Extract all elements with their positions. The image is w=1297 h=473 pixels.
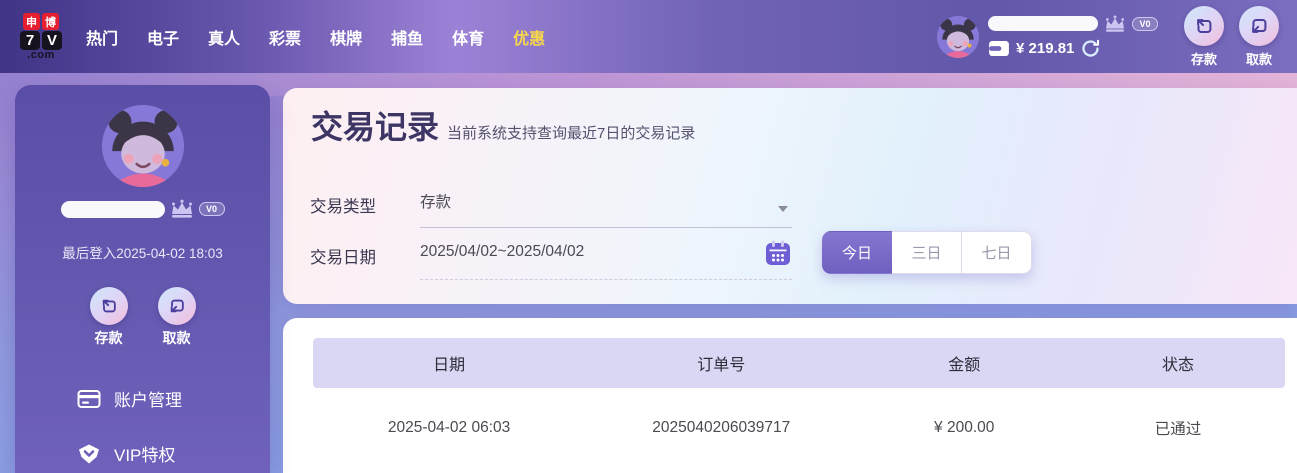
sidebar-item-account-management[interactable]: 账户管理 — [77, 386, 270, 411]
withdraw-label: 取款 — [163, 328, 191, 348]
sidebar-item-label: VIP特权 — [114, 441, 175, 466]
nav-item-sports[interactable]: 体育 — [452, 25, 484, 49]
bank-card-icon — [77, 389, 101, 409]
calendar-icon[interactable] — [764, 239, 792, 267]
logo-char: 博 — [42, 13, 59, 30]
withdraw-label: 取款 — [1246, 49, 1272, 68]
nav-item-cards[interactable]: 棋牌 — [330, 25, 362, 49]
table-row: 2025-04-02 06:03 2025040206039717 ¥ 200.… — [313, 406, 1285, 450]
top-nav: 申 博 7 V .com 热门 电子 真人 彩票 棋牌 捕鱼 体育 优惠 — [0, 0, 1297, 73]
nav-item-lottery[interactable]: 彩票 — [269, 25, 301, 49]
main-menu: 热门 电子 真人 彩票 棋牌 捕鱼 体育 优惠 — [86, 25, 545, 49]
sidebar-quick-actions: 存款 取款 — [15, 287, 270, 348]
deposit-button[interactable]: 存款 — [90, 287, 128, 348]
header-quick-actions: 存款 取款 — [1184, 6, 1279, 68]
sidebar-username-line: V0 — [15, 199, 270, 219]
deposit-button[interactable]: 存款 — [1184, 6, 1224, 68]
header-user-block: V0 ¥ 219.81 — [937, 15, 1158, 59]
transaction-table-panel: 日期 订单号 金额 状态 2025-04-02 06:03 2025040206… — [283, 318, 1297, 473]
logo-suffix: .com — [27, 51, 55, 60]
logo-char: V — [42, 31, 62, 50]
nav-item-fishing[interactable]: 捕鱼 — [391, 25, 423, 49]
sidebar-avatar[interactable] — [102, 105, 184, 187]
transaction-type-label: 交易类型 — [310, 193, 376, 217]
panel-title-row: 交易记录 当前系统支持查询最近7日的交易记录 — [311, 102, 695, 148]
avatar-illustration — [102, 105, 184, 187]
vip-badge-icon — [77, 443, 101, 465]
date-range-button-group: 今日 三日 七日 — [822, 231, 1032, 274]
transaction-date-input[interactable]: 2025/04/02~2025/04/02 — [420, 238, 792, 280]
deposit-label: 存款 — [1191, 49, 1217, 68]
user-avatar[interactable] — [937, 16, 979, 58]
vip-level-badge: V0 — [1132, 17, 1158, 31]
deposit-label: 存款 — [95, 328, 123, 348]
column-header-status: 状态 — [1071, 351, 1285, 375]
username-redacted — [61, 201, 165, 218]
cell-order-no: 2025040206039717 — [585, 419, 857, 437]
logo-row-top: 申 博 — [23, 13, 59, 30]
logo-char: 申 — [23, 13, 40, 30]
logo-char: 7 — [20, 31, 40, 50]
refresh-balance-icon[interactable] — [1080, 38, 1101, 59]
deposit-icon — [1184, 6, 1224, 46]
user-info: V0 ¥ 219.81 — [988, 15, 1158, 59]
vip-crown-icon — [169, 199, 195, 219]
column-header-amount: 金额 — [857, 351, 1071, 375]
nav-item-promos[interactable]: 优惠 — [513, 25, 545, 49]
table-header-row: 日期 订单号 金额 状态 — [313, 338, 1285, 388]
vip-level-badge: V0 — [199, 202, 225, 216]
cell-date: 2025-04-02 06:03 — [313, 419, 585, 437]
transaction-filter-panel: 交易记录 当前系统支持查询最近7日的交易记录 交易类型 存款 交易日期 2025… — [283, 88, 1297, 304]
withdraw-icon — [158, 287, 196, 325]
username-line: V0 — [988, 15, 1158, 33]
withdraw-button[interactable]: 取款 — [1239, 6, 1279, 68]
vip-crown-icon — [1103, 15, 1127, 33]
page-subtitle: 当前系统支持查询最近7日的交易记录 — [447, 122, 695, 143]
column-header-order-no: 订单号 — [585, 351, 857, 375]
withdraw-button[interactable]: 取款 — [158, 287, 196, 348]
nav-item-live[interactable]: 真人 — [208, 25, 240, 49]
brand-logo[interactable]: 申 博 7 V .com — [20, 13, 62, 60]
column-header-date: 日期 — [313, 351, 585, 375]
transaction-date-label: 交易日期 — [310, 244, 376, 268]
cell-status: 已通过 — [1071, 417, 1285, 439]
nav-item-slots[interactable]: 电子 — [147, 25, 179, 49]
chevron-down-icon — [778, 206, 788, 212]
deposit-icon — [90, 287, 128, 325]
logo-row-mid: 7 V — [20, 31, 62, 50]
range-button-today[interactable]: 今日 — [822, 231, 892, 274]
balance-line: ¥ 219.81 — [988, 38, 1158, 59]
withdraw-icon — [1239, 6, 1279, 46]
transaction-type-select[interactable]: 存款 — [420, 188, 792, 228]
cell-amount: ¥ 200.00 — [857, 419, 1071, 437]
sidebar-item-vip-privileges[interactable]: VIP特权 — [77, 441, 270, 466]
sidebar-menu: 账户管理 VIP特权 — [15, 386, 270, 466]
balance-amount: ¥ 219.81 — [1016, 40, 1074, 57]
sidebar-item-label: 账户管理 — [114, 386, 182, 411]
account-sidebar: V0 最后登入2025-04-02 18:03 存款 — [15, 85, 270, 473]
transaction-type-value: 存款 — [420, 190, 451, 212]
transaction-date-value: 2025/04/02~2025/04/02 — [420, 243, 584, 261]
nav-item-hot[interactable]: 热门 — [86, 25, 118, 49]
username-redacted — [988, 16, 1098, 31]
wallet-icon — [988, 40, 1010, 57]
avatar-illustration — [937, 16, 979, 58]
page-title: 交易记录 — [311, 102, 439, 148]
page: 申 博 7 V .com 热门 电子 真人 彩票 棋牌 捕鱼 体育 优惠 — [0, 0, 1297, 473]
last-login-text: 最后登入2025-04-02 18:03 — [15, 242, 270, 262]
range-button-7days[interactable]: 七日 — [962, 231, 1032, 274]
range-button-3days[interactable]: 三日 — [892, 231, 962, 274]
